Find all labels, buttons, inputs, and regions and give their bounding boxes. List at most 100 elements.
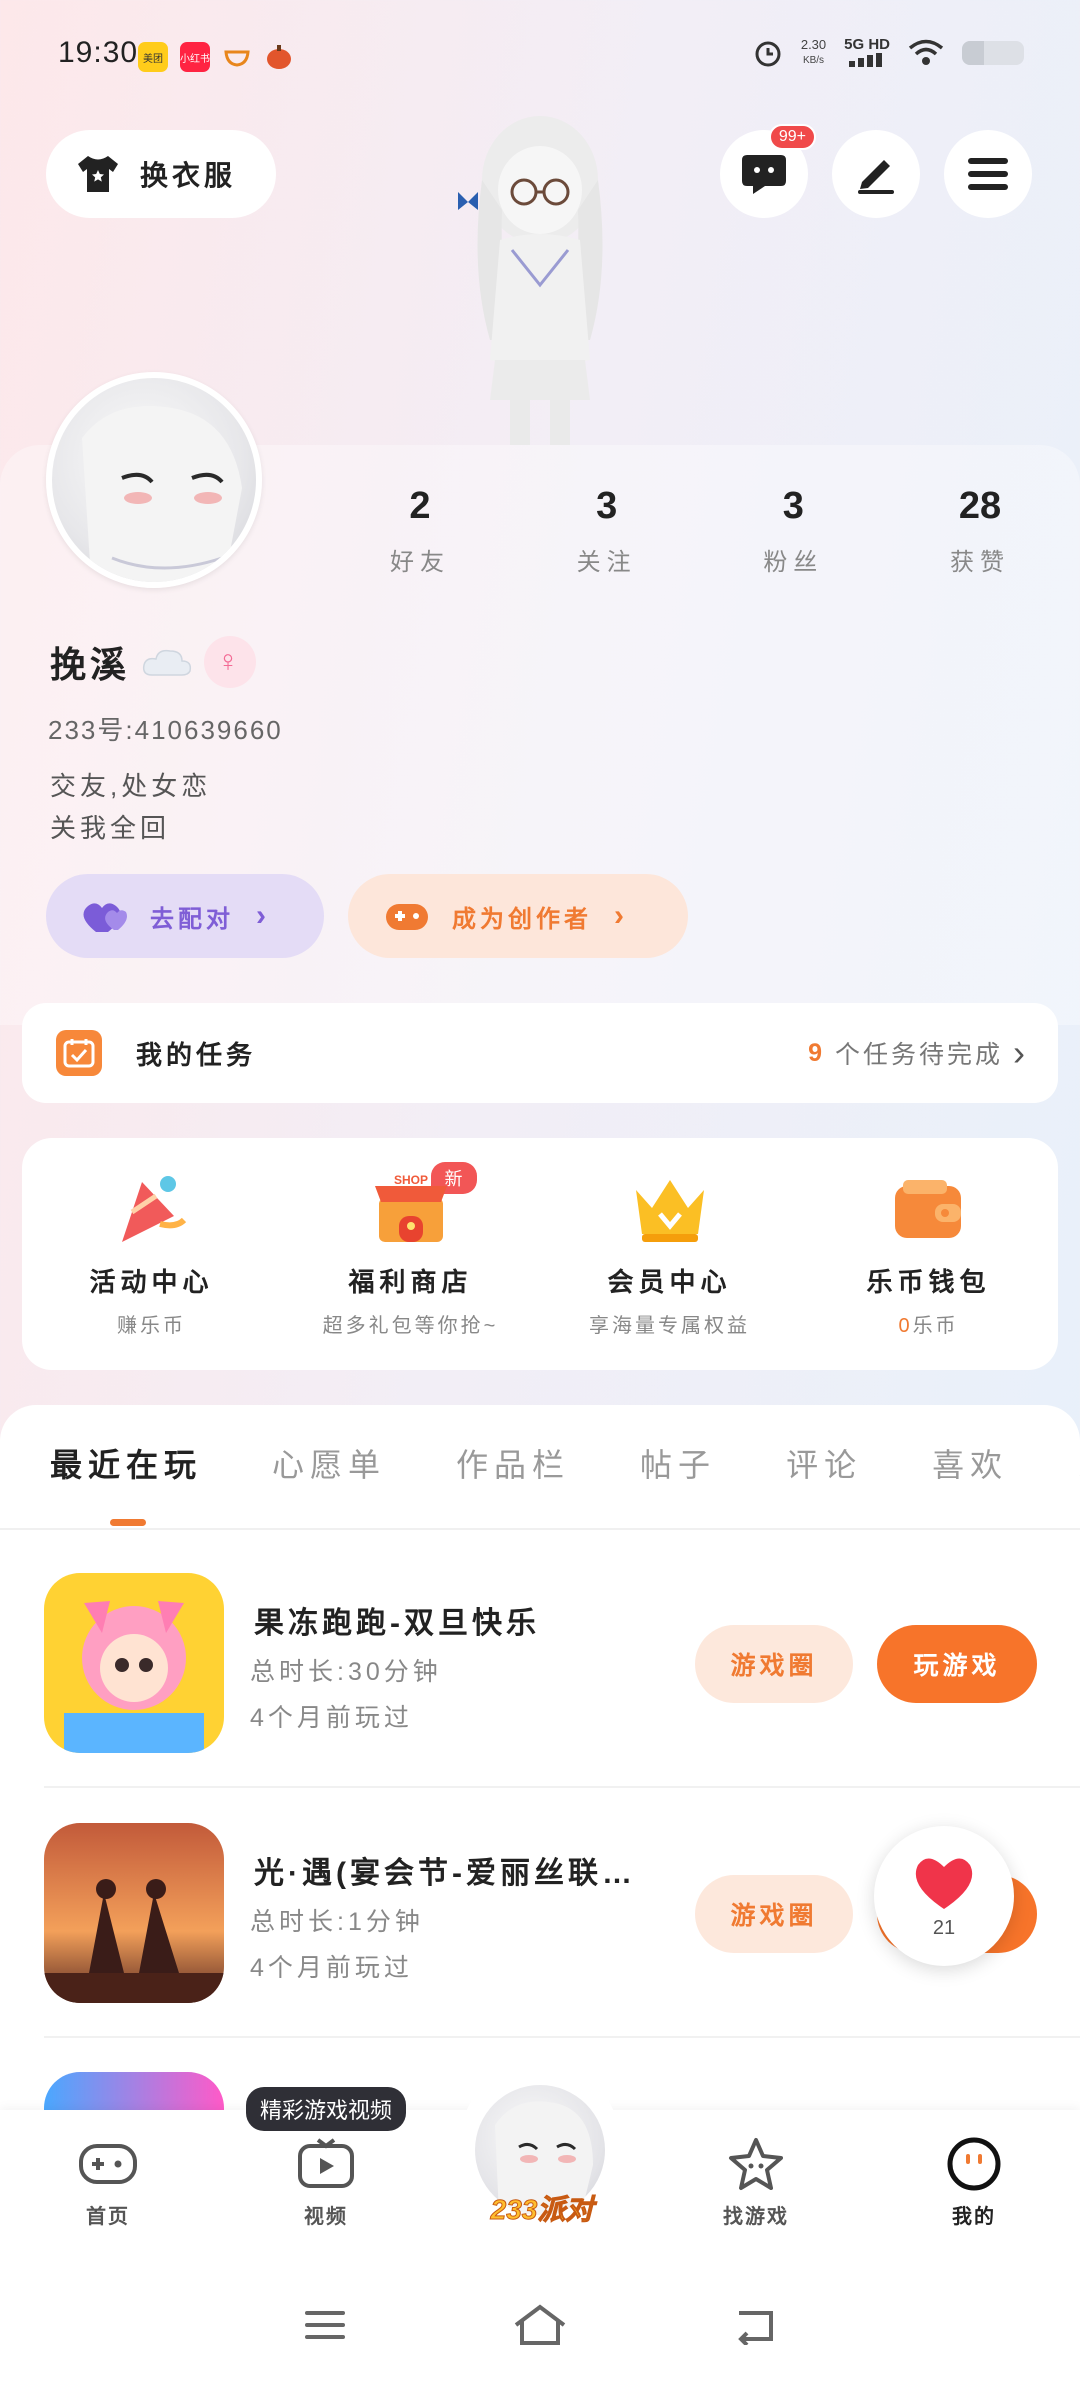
service-title: 乐币钱包 <box>866 1267 991 1297</box>
net-speed: 2.30 KB/s <box>801 37 826 69</box>
nickname: 挽溪 <box>50 644 131 685</box>
stat-following[interactable]: 3 关注 <box>537 485 677 577</box>
tshirt-icon <box>78 156 118 192</box>
nav-label: 我的 <box>952 2206 996 2228</box>
divider <box>44 1786 1080 1788</box>
xiaohongshu-app-icon: 小红书 <box>180 42 210 72</box>
game-icon-sky[interactable] <box>44 1823 224 2003</box>
avatar-character-figure[interactable] <box>440 110 640 450</box>
play-game-button[interactable]: 玩游戏 <box>877 1625 1037 1703</box>
chevron-right-icon: › <box>256 899 270 932</box>
gamepad-icon <box>386 904 428 930</box>
nav-label: 找游戏 <box>723 2206 789 2228</box>
game-name[interactable]: 光·遇(宴会节-爱丽丝联… <box>254 1848 636 1892</box>
stat-followers-label: 粉丝 <box>763 549 824 576</box>
nav-mine[interactable]: 我的 <box>914 2136 1034 2229</box>
stat-followers[interactable]: 3 粉丝 <box>723 485 863 577</box>
stat-likes[interactable]: 28 获赞 <box>910 485 1050 577</box>
message-badge: 99+ <box>768 124 816 150</box>
service-welfare-shop[interactable]: 新 SHOP 福利商店 超多礼包等你抢~ <box>291 1162 531 1370</box>
nav-video[interactable]: 视频 <box>266 2136 386 2229</box>
recent-apps-icon[interactable] <box>301 2305 349 2345</box>
become-creator-label: 成为创作者 <box>452 905 592 933</box>
nav-find-games[interactable]: 找游戏 <box>696 2136 816 2229</box>
game-icon-jelly-run[interactable] <box>44 1573 224 1753</box>
stat-following-label: 关注 <box>576 549 637 576</box>
game-icon-third[interactable] <box>44 2072 224 2112</box>
nickname-row: 挽溪 ♀ <box>50 636 257 688</box>
service-subtitle: 赚乐币 <box>117 1315 186 1337</box>
stat-likes-value: 28 <box>958 485 1002 527</box>
chevron-right-icon: › <box>614 899 628 932</box>
user-id[interactable]: 233号:410639660 <box>48 710 283 747</box>
service-title: 活动中心 <box>89 1267 214 1297</box>
meituan-app-icon: 美团 <box>138 42 168 72</box>
female-gender-icon: ♀ <box>204 636 257 688</box>
profile-tabs: 最近在玩 心愿单 作品栏 帖子 评论 喜欢 穿 <box>50 1440 1080 1486</box>
match-button[interactable]: 去配对 › <box>46 874 324 958</box>
profile-stats: 2 好友 3 关注 3 粉丝 28 获赞 <box>350 485 1050 577</box>
tab-likes[interactable]: 喜欢 <box>932 1440 1008 1486</box>
service-subtitle: 超多礼包等你抢~ <box>322 1315 499 1337</box>
crown-icon <box>630 1172 710 1246</box>
tab-recently-played[interactable]: 最近在玩 <box>50 1440 202 1486</box>
star-icon <box>726 2136 786 2192</box>
stat-likes-label: 获赞 <box>949 549 1010 576</box>
service-activity-center[interactable]: 活动中心 赚乐币 <box>32 1172 272 1370</box>
wallet-icon <box>889 1172 969 1246</box>
nav-party-label[interactable]: 233派对 <box>472 2188 612 2228</box>
bio-line: 关我全回 <box>50 813 171 843</box>
match-label: 去配对 <box>150 905 234 933</box>
tab-wishlist[interactable]: 心愿单 <box>272 1440 386 1486</box>
status-time: 19:30 <box>58 36 139 69</box>
cloud-icon <box>142 649 192 676</box>
signal-icon <box>849 53 883 67</box>
status-indicators: 2.30 KB/s 5G HD <box>753 36 1024 70</box>
service-subtitle: 享海量专属权益 <box>589 1315 750 1337</box>
edit-profile-button[interactable] <box>832 130 920 218</box>
like-count: 21 <box>932 1916 956 1939</box>
become-creator-button[interactable]: 成为创作者 › <box>348 874 688 958</box>
back-icon[interactable] <box>731 2305 779 2345</box>
pending-tasks: 9 个任务待完成 › <box>808 1032 1028 1074</box>
home-icon[interactable] <box>512 2303 568 2347</box>
divider <box>0 1528 1080 1530</box>
messages-button[interactable]: 99+ <box>720 124 816 218</box>
game-name[interactable]: 果冻跑跑-双旦快乐 <box>254 1598 540 1642</box>
profile-avatar[interactable] <box>46 372 262 588</box>
service-title: 福利商店 <box>348 1267 473 1297</box>
stat-friends-value: 2 <box>409 485 431 527</box>
game-last-played: 4个月前玩过 <box>250 1704 413 1732</box>
divider <box>44 2036 1080 2038</box>
my-tasks-title: 我的任务 <box>136 1039 257 1070</box>
game-circle-button[interactable]: 游戏圈 <box>695 1875 853 1953</box>
signal-group: 5G HD <box>844 36 890 70</box>
net-speed-unit: KB/s <box>802 55 825 66</box>
tab-posts[interactable]: 帖子 <box>640 1440 716 1486</box>
floating-like-button[interactable]: 21 <box>874 1826 1014 1966</box>
smiley-face-icon <box>944 2136 1004 2192</box>
service-coin-wallet[interactable]: 乐币钱包 0乐币 <box>809 1172 1049 1370</box>
active-tab-indicator <box>110 1519 146 1526</box>
nav-home[interactable]: 首页 <box>48 2136 168 2229</box>
gamepad-icon <box>78 2136 138 2192</box>
services-grid: 活动中心 赚乐币 新 SHOP 福利商店 超多礼包等你抢~ 会员中心 享海量专属… <box>22 1138 1058 1370</box>
bio-line: 交友,处女恋 <box>50 771 212 801</box>
message-icon <box>742 155 786 194</box>
tab-comments[interactable]: 评论 <box>786 1440 862 1486</box>
nav-label: 首页 <box>86 2206 130 2228</box>
change-outfit-button[interactable]: 换衣服 <box>46 130 276 218</box>
stat-friends[interactable]: 2 好友 <box>350 485 490 577</box>
menu-button[interactable] <box>944 130 1032 218</box>
nav-label: 视频 <box>304 2206 348 2228</box>
network-type: 5G HD <box>844 36 890 53</box>
tab-works[interactable]: 作品栏 <box>456 1440 570 1486</box>
stat-followers-value: 3 <box>782 485 804 527</box>
status-app-icons: 美团 小红书 <box>138 42 294 72</box>
hamburger-icon <box>968 158 1008 190</box>
party-horn-icon <box>112 1172 192 1246</box>
service-member-center[interactable]: 会员中心 享海量专属权益 <box>550 1172 790 1370</box>
game-circle-button[interactable]: 游戏圈 <box>695 1625 853 1703</box>
my-tasks-row[interactable]: 我的任务 9 个任务待完成 › <box>22 1003 1058 1103</box>
calendar-check-icon <box>56 1030 102 1076</box>
